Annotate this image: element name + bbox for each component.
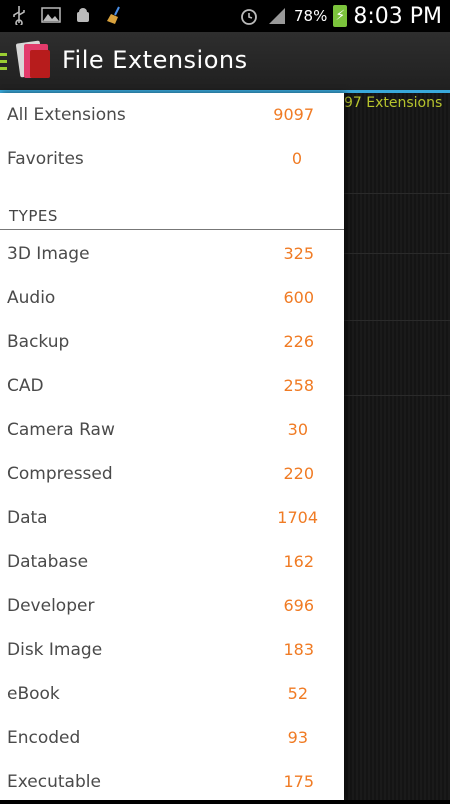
drawer-item-ebook[interactable]: eBook 52 — [0, 672, 344, 716]
drawer-item-favorites[interactable]: Favorites 0 — [0, 137, 344, 181]
list-divider — [344, 253, 450, 254]
signal-icon — [266, 5, 288, 27]
drawer-item-count: 9097 — [273, 105, 314, 124]
drawer-item-count: 175 — [283, 772, 314, 791]
page-title: File Extensions — [62, 46, 248, 74]
drawer-item-3d-image[interactable]: 3D Image 325 — [0, 232, 344, 276]
drawer-toggle-icon[interactable] — [0, 53, 7, 74]
drawer-item-label: Audio — [7, 288, 56, 308]
drawer-item-count: 600 — [283, 288, 314, 307]
navigation-drawer: All Extensions 9097 Favorites 0 TYPES 3D… — [0, 93, 344, 800]
drawer-item-label: Backup — [7, 332, 70, 352]
drawer-item-label: Compressed — [7, 464, 113, 484]
clock: 8:03 PM — [353, 3, 442, 29]
list-divider — [344, 193, 450, 194]
alarm-icon — [238, 5, 260, 27]
drawer-item-count: 220 — [283, 464, 314, 483]
drawer-item-count: 696 — [283, 596, 314, 615]
drawer-item-count: 162 — [283, 552, 314, 571]
list-divider — [344, 320, 450, 321]
section-header-types: TYPES — [9, 207, 58, 225]
status-bar: 78% 8:03 PM — [0, 0, 450, 32]
drawer-item-label: eBook — [7, 684, 60, 704]
main-content-background — [344, 93, 450, 800]
cleaner-broom-icon — [104, 4, 126, 26]
drawer-item-label: CAD — [7, 376, 44, 396]
android-debug-icon — [72, 4, 94, 26]
drawer-item-count: 30 — [287, 420, 308, 439]
notification-icons — [8, 4, 126, 26]
battery-percentage: 78% — [294, 7, 328, 25]
list-divider — [344, 395, 450, 396]
drawer-item-encoded[interactable]: Encoded 93 — [0, 716, 344, 760]
drawer-item-label: 3D Image — [7, 244, 90, 264]
drawer-item-label: Disk Image — [7, 640, 103, 660]
usb-icon — [8, 4, 30, 26]
drawer-item-count: 325 — [283, 244, 314, 263]
system-icons: 78% 8:03 PM — [238, 2, 442, 30]
drawer-item-executable[interactable]: Executable 175 — [0, 760, 344, 804]
drawer-item-label: All Extensions — [7, 105, 126, 125]
drawer-item-backup[interactable]: Backup 226 — [0, 320, 344, 364]
drawer-item-audio[interactable]: Audio 600 — [0, 276, 344, 320]
drawer-item-all-extensions[interactable]: All Extensions 9097 — [0, 93, 344, 137]
drawer-item-label: Executable — [7, 772, 101, 792]
drawer-item-developer[interactable]: Developer 696 — [0, 584, 344, 628]
drawer-item-count: 258 — [283, 376, 314, 395]
action-bar: File Extensions — [0, 32, 450, 90]
drawer-item-count: 226 — [283, 332, 314, 351]
drawer-item-cad[interactable]: CAD 258 — [0, 364, 344, 408]
section-divider — [0, 229, 344, 230]
drawer-item-disk-image[interactable]: Disk Image 183 — [0, 628, 344, 672]
drawer-item-label: Camera Raw — [7, 420, 115, 440]
drawer-item-count: 183 — [283, 640, 314, 659]
drawer-item-count: 1704 — [277, 508, 318, 527]
drawer-item-compressed[interactable]: Compressed 220 — [0, 452, 344, 496]
drawer-item-label: Developer — [7, 596, 95, 616]
extensions-count-label: 97 Extensions — [344, 95, 443, 111]
image-icon — [40, 4, 62, 26]
drawer-item-count: 52 — [287, 684, 308, 703]
app-logo[interactable] — [14, 40, 54, 82]
drawer-item-database[interactable]: Database 162 — [0, 540, 344, 584]
drawer-item-label: Data — [7, 508, 48, 528]
drawer-item-count: 0 — [291, 149, 302, 168]
drawer-item-label: Database — [7, 552, 89, 572]
battery-charging-icon — [333, 5, 348, 27]
drawer-item-count: 93 — [287, 728, 308, 747]
drawer-item-camera-raw[interactable]: Camera Raw 30 — [0, 408, 344, 452]
drawer-item-label: Encoded — [7, 728, 81, 748]
drawer-item-data[interactable]: Data 1704 — [0, 496, 344, 540]
drawer-item-label: Favorites — [7, 149, 84, 169]
